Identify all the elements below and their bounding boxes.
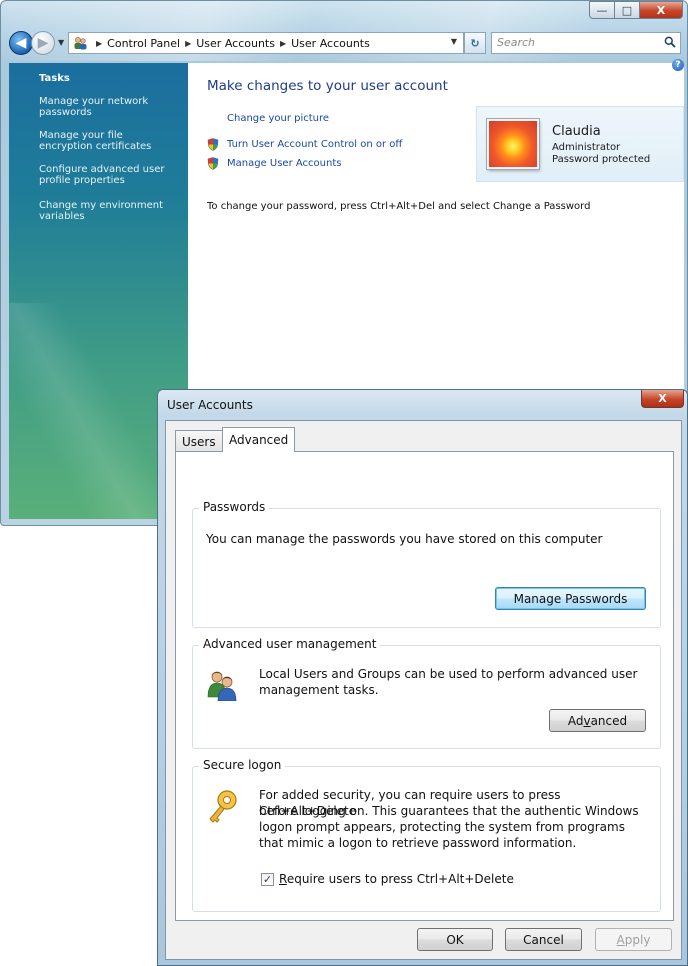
password-hint: To change your password, press Ctrl+Alt+…	[207, 201, 591, 212]
help-icon[interactable]: ?	[672, 59, 684, 71]
secure-logon-title: Secure logon	[199, 758, 286, 772]
breadcrumb-user-accounts-current[interactable]: User Accounts	[291, 37, 370, 50]
advanced-button-mnemonic: v	[583, 713, 591, 728]
advanced-user-management-group: Advanced user management Local Users and…	[192, 637, 661, 749]
breadcrumb-separator-icon[interactable]: ▶	[96, 39, 102, 48]
breadcrumb-separator-icon[interactable]: ▶	[185, 39, 191, 48]
apply-button-label-rest: pply	[624, 932, 651, 947]
passwords-group: Passwords You can manage the passwords y…	[192, 500, 661, 628]
breadcrumb-user-accounts[interactable]: User Accounts	[196, 37, 275, 50]
key-icon	[209, 790, 237, 823]
account-card: Claudia Administrator Password protected	[476, 106, 684, 182]
ok-button[interactable]: OK	[417, 928, 493, 951]
minimize-icon: —	[596, 3, 608, 17]
user-accounts-dialog: User Accounts X Users Advanced Passwords…	[157, 389, 688, 966]
users-group-icon	[207, 671, 237, 701]
avatar[interactable]	[487, 119, 539, 169]
forward-button[interactable]: ▶	[31, 31, 55, 55]
account-name: Claudia	[552, 124, 601, 139]
tab-advanced[interactable]: Advanced	[222, 427, 296, 452]
maximize-icon: □	[621, 3, 633, 17]
tasks-title: Tasks	[39, 73, 70, 84]
refresh-button[interactable]: ↻	[464, 32, 486, 54]
advanced-management-description-line2: management tasks.	[259, 683, 379, 697]
address-dropdown-icon[interactable]: ▼	[451, 37, 457, 46]
secure-logon-description-line2: before logging on. This guarantees that …	[259, 804, 639, 818]
secure-logon-group: Secure logon For added security, you can…	[192, 758, 661, 912]
window-caption-buttons: — □ X	[589, 1, 683, 19]
passwords-description: You can manage the passwords you have st…	[206, 532, 603, 546]
account-role: Administrator	[552, 142, 621, 153]
cancel-button[interactable]: Cancel	[505, 928, 582, 951]
page-title: Make changes to your user account	[207, 78, 448, 94]
task-change-environment-variables[interactable]: Change my environment variables	[39, 200, 179, 222]
back-arrow-icon: ◀	[15, 35, 27, 51]
search-icon[interactable]	[664, 36, 676, 51]
change-picture-link[interactable]: Change your picture	[227, 113, 329, 124]
forward-arrow-icon: ▶	[37, 35, 49, 51]
search-input[interactable]: Search	[491, 32, 681, 54]
uac-shield-icon	[207, 157, 219, 170]
advanced-button[interactable]: Ad v anced	[549, 709, 646, 732]
uac-shield-icon	[207, 138, 219, 151]
turn-uac-link[interactable]: Turn User Account Control on or off	[227, 139, 402, 150]
close-icon: X	[658, 392, 667, 405]
close-button[interactable]: X	[639, 1, 683, 19]
minimize-button[interactable]: —	[589, 1, 615, 19]
manage-passwords-button[interactable]: Manage Passwords	[495, 587, 646, 610]
breadcrumb-separator-icon[interactable]: ▶	[280, 39, 286, 48]
close-icon: X	[656, 3, 666, 17]
task-manage-encryption-certificates[interactable]: Manage your file encryption certificates	[39, 130, 179, 152]
secure-logon-description-line3: logon prompt appears, protecting the sys…	[259, 820, 625, 834]
manage-user-accounts-link[interactable]: Manage User Accounts	[227, 158, 341, 169]
passwords-group-title: Passwords	[199, 500, 270, 514]
back-button[interactable]: ◀	[9, 31, 33, 55]
checkmark-icon: ✓	[262, 873, 273, 886]
checkbox-label-mnemonic: R	[279, 872, 287, 886]
dialog-close-button[interactable]: X	[641, 390, 684, 408]
search-placeholder: Search	[497, 36, 536, 49]
tab-users[interactable]: Users	[175, 430, 223, 451]
dialog-body: Users Advanced Passwords You can manage …	[165, 420, 682, 960]
dialog-title: User Accounts	[167, 398, 253, 412]
recent-pages-dropdown[interactable]: ▼	[58, 38, 64, 47]
advanced-button-label-pre: Ad	[567, 713, 584, 728]
navigation-bar: ◀ ▶ ▼ ▶ Control Panel ▶ User Accounts ▶ …	[9, 31, 681, 57]
checkbox-label-rest: equire users to press Ctrl+Alt+Delete	[286, 872, 514, 886]
task-manage-network-passwords[interactable]: Manage your network passwords	[39, 96, 179, 118]
require-ctrl-alt-delete-label[interactable]: Require users to press Ctrl+Alt+Delete	[279, 871, 514, 887]
advanced-button-label-post: anced	[590, 713, 628, 728]
address-bar[interactable]: ▶ Control Panel ▶ User Accounts ▶ User A…	[68, 32, 464, 54]
advanced-management-description-line1: Local Users and Groups can be used to pe…	[259, 667, 638, 681]
user-accounts-icon	[73, 36, 87, 50]
secure-logon-description-line4: that mimic a logon to retrieve password …	[259, 836, 577, 850]
apply-button-mnemonic: A	[616, 932, 625, 947]
apply-button[interactable]: Apply	[595, 928, 672, 951]
task-configure-profile-properties[interactable]: Configure advanced user profile properti…	[39, 164, 179, 186]
advanced-tab-panel: Passwords You can manage the passwords y…	[175, 451, 674, 921]
refresh-icon: ↻	[470, 36, 480, 50]
account-password-status: Password protected	[552, 154, 651, 165]
maximize-button[interactable]: □	[614, 1, 640, 19]
breadcrumb-control-panel[interactable]: Control Panel	[107, 37, 180, 50]
require-ctrl-alt-delete-checkbox[interactable]: ✓	[261, 873, 274, 886]
advanced-user-management-title: Advanced user management	[199, 637, 381, 651]
